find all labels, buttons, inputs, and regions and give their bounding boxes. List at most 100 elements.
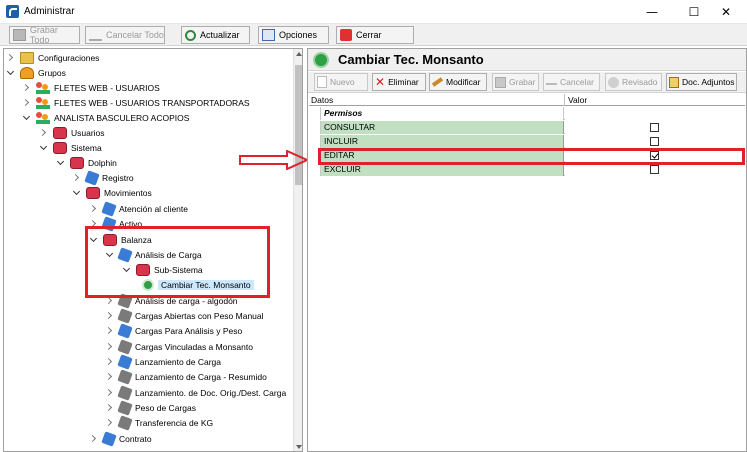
- options-icon: [262, 29, 275, 41]
- column-header-datos[interactable]: Datos: [311, 95, 333, 105]
- delete-button[interactable]: ✕ Eliminar: [372, 73, 426, 91]
- save-all-label: Grabar Todo: [29, 25, 58, 45]
- table-row[interactable]: INCLUIR: [309, 135, 745, 148]
- tree-item-sistema[interactable]: Sistema: [40, 141, 102, 155]
- tree-scrollbar[interactable]: [293, 49, 302, 451]
- tree-item-peso-cargas[interactable]: Peso de Cargas: [106, 400, 196, 416]
- plug-icon: [117, 415, 133, 431]
- highlight-box-tree: [85, 226, 270, 298]
- expand-icon[interactable]: [106, 388, 115, 398]
- new-button[interactable]: Nuevo: [314, 73, 368, 91]
- tree-item-lanzamiento-resumido[interactable]: Lanzamiento de Carga - Resumido: [106, 369, 267, 385]
- grid-header: Datos Valor: [309, 94, 745, 106]
- power-icon: [340, 29, 352, 41]
- expand-icon[interactable]: [40, 128, 49, 138]
- scroll-down-icon[interactable]: [296, 445, 302, 449]
- lock-icon: [53, 127, 67, 139]
- column-header-valor[interactable]: Valor: [568, 95, 587, 105]
- tree-item-lanzamiento-doc[interactable]: Lanzamiento. de Doc. Orig./Dest. Carga: [106, 385, 286, 401]
- tree-item-movimientos[interactable]: Movimientos: [73, 186, 152, 200]
- reviewed-button[interactable]: Revisado: [605, 73, 662, 91]
- tree-item-registro[interactable]: Registro: [73, 170, 134, 186]
- modify-button[interactable]: Modificar: [429, 73, 487, 91]
- highlight-box-editar: [318, 148, 745, 165]
- collapse-icon[interactable]: [7, 68, 16, 78]
- tree-item-usuarios[interactable]: Usuarios: [40, 126, 105, 140]
- collapse-icon[interactable]: [23, 113, 32, 123]
- refresh-icon: [185, 29, 196, 41]
- permission-checkbox[interactable]: [650, 123, 659, 132]
- close-window-button[interactable]: ✕: [704, 0, 747, 24]
- options-button[interactable]: Opciones: [258, 26, 329, 44]
- minimize-button[interactable]: —: [630, 0, 674, 24]
- tree-item-cargas-vinculadas[interactable]: Cargas Vinculadas a Monsanto: [106, 339, 253, 355]
- main-toolbar: Grabar Todo Cancelar Todo Actualizar Opc…: [0, 24, 747, 46]
- tree-item-lanzamiento-carga[interactable]: Lanzamiento de Carga: [106, 354, 221, 370]
- tree-item-cargas-analisis-peso[interactable]: Cargas Para Análisis y Peso: [106, 323, 242, 339]
- plug-icon: [117, 308, 133, 324]
- tree-item-contrato[interactable]: Contrato: [90, 431, 152, 447]
- detail-panel: Cambiar Tec. Monsanto Nuevo ✕ Eliminar M…: [307, 48, 747, 452]
- lock-icon: [70, 157, 84, 169]
- plug-icon: [117, 385, 133, 401]
- tree-item-transferencia-kg[interactable]: Transferencia de KG: [106, 415, 213, 431]
- plug-icon: [117, 354, 133, 370]
- tree-item-cargas-abiertas[interactable]: Cargas Abiertas con Peso Manual: [106, 308, 264, 324]
- expand-icon[interactable]: [106, 326, 115, 336]
- expand-icon[interactable]: [106, 357, 115, 367]
- tree-item-configuraciones[interactable]: Configuraciones: [7, 51, 99, 65]
- permission-checkbox[interactable]: [650, 165, 659, 174]
- tree-item-analista-basculero[interactable]: ANALISTA BASCULERO ACOPIOS: [23, 111, 189, 125]
- grid-group-row: Permisos: [309, 107, 745, 120]
- close-button[interactable]: Cerrar: [336, 26, 414, 44]
- tree-item-fletes-transportadoras[interactable]: FLETES WEB - USUARIOS TRANSPORTADORAS: [23, 96, 250, 110]
- delete-x-icon: ✕: [375, 75, 386, 89]
- permission-checkbox[interactable]: [650, 137, 659, 146]
- collapse-icon[interactable]: [73, 188, 82, 198]
- permission-leaf-icon: [313, 51, 329, 68]
- users-group-icon: [36, 97, 50, 109]
- close-label: Cerrar: [356, 30, 382, 40]
- cancel-all-button[interactable]: Cancelar Todo: [85, 26, 165, 44]
- plug-icon: [117, 400, 133, 416]
- expand-icon[interactable]: [106, 311, 115, 321]
- cancel-all-label: Cancelar Todo: [106, 30, 164, 40]
- expand-icon[interactable]: [23, 98, 32, 108]
- users-group-icon: [36, 112, 50, 124]
- edit-pencil-icon: [431, 77, 444, 87]
- title-bar: Administrar — ☐ ✕: [0, 0, 747, 24]
- detail-toolbar: Nuevo ✕ Eliminar Modificar Grabar Cancel…: [308, 72, 746, 93]
- expand-icon[interactable]: [106, 342, 115, 352]
- plug-icon: [101, 431, 117, 447]
- users-group-icon: [36, 82, 50, 94]
- collapse-icon[interactable]: [40, 143, 49, 153]
- save-icon: [13, 29, 26, 41]
- table-row[interactable]: CONSULTAR: [309, 121, 745, 134]
- annotation-arrow-icon: [239, 150, 309, 170]
- save-all-button[interactable]: Grabar Todo: [9, 25, 80, 45]
- detail-title: Cambiar Tec. Monsanto: [338, 52, 484, 67]
- expand-icon[interactable]: [106, 372, 115, 382]
- cancel-button[interactable]: Cancelar: [543, 73, 600, 91]
- app-icon: [6, 5, 19, 18]
- expand-icon[interactable]: [90, 204, 99, 214]
- expand-icon[interactable]: [90, 434, 99, 444]
- scroll-up-icon[interactable]: [296, 52, 302, 56]
- window-title: Administrar: [24, 6, 75, 17]
- attachments-button[interactable]: Doc. Adjuntos: [666, 73, 737, 91]
- tree-item-dolphin[interactable]: Dolphin: [57, 156, 117, 170]
- tree-item-fletes-usuarios[interactable]: FLETES WEB - USUARIOS: [23, 81, 160, 95]
- options-label: Opciones: [279, 30, 318, 40]
- plug-icon: [117, 339, 133, 355]
- expand-icon[interactable]: [106, 403, 115, 413]
- tree-item-grupos[interactable]: Grupos: [7, 66, 66, 80]
- expand-icon[interactable]: [106, 418, 115, 428]
- refresh-button[interactable]: Actualizar: [181, 26, 250, 44]
- expand-icon[interactable]: [73, 173, 82, 183]
- plug-icon: [117, 369, 133, 385]
- save-button[interactable]: Grabar: [492, 73, 539, 91]
- tree-item-atencion-cliente[interactable]: Atención al cliente: [90, 201, 188, 217]
- expand-icon[interactable]: [7, 53, 16, 63]
- collapse-icon[interactable]: [57, 158, 66, 168]
- expand-icon[interactable]: [23, 83, 32, 93]
